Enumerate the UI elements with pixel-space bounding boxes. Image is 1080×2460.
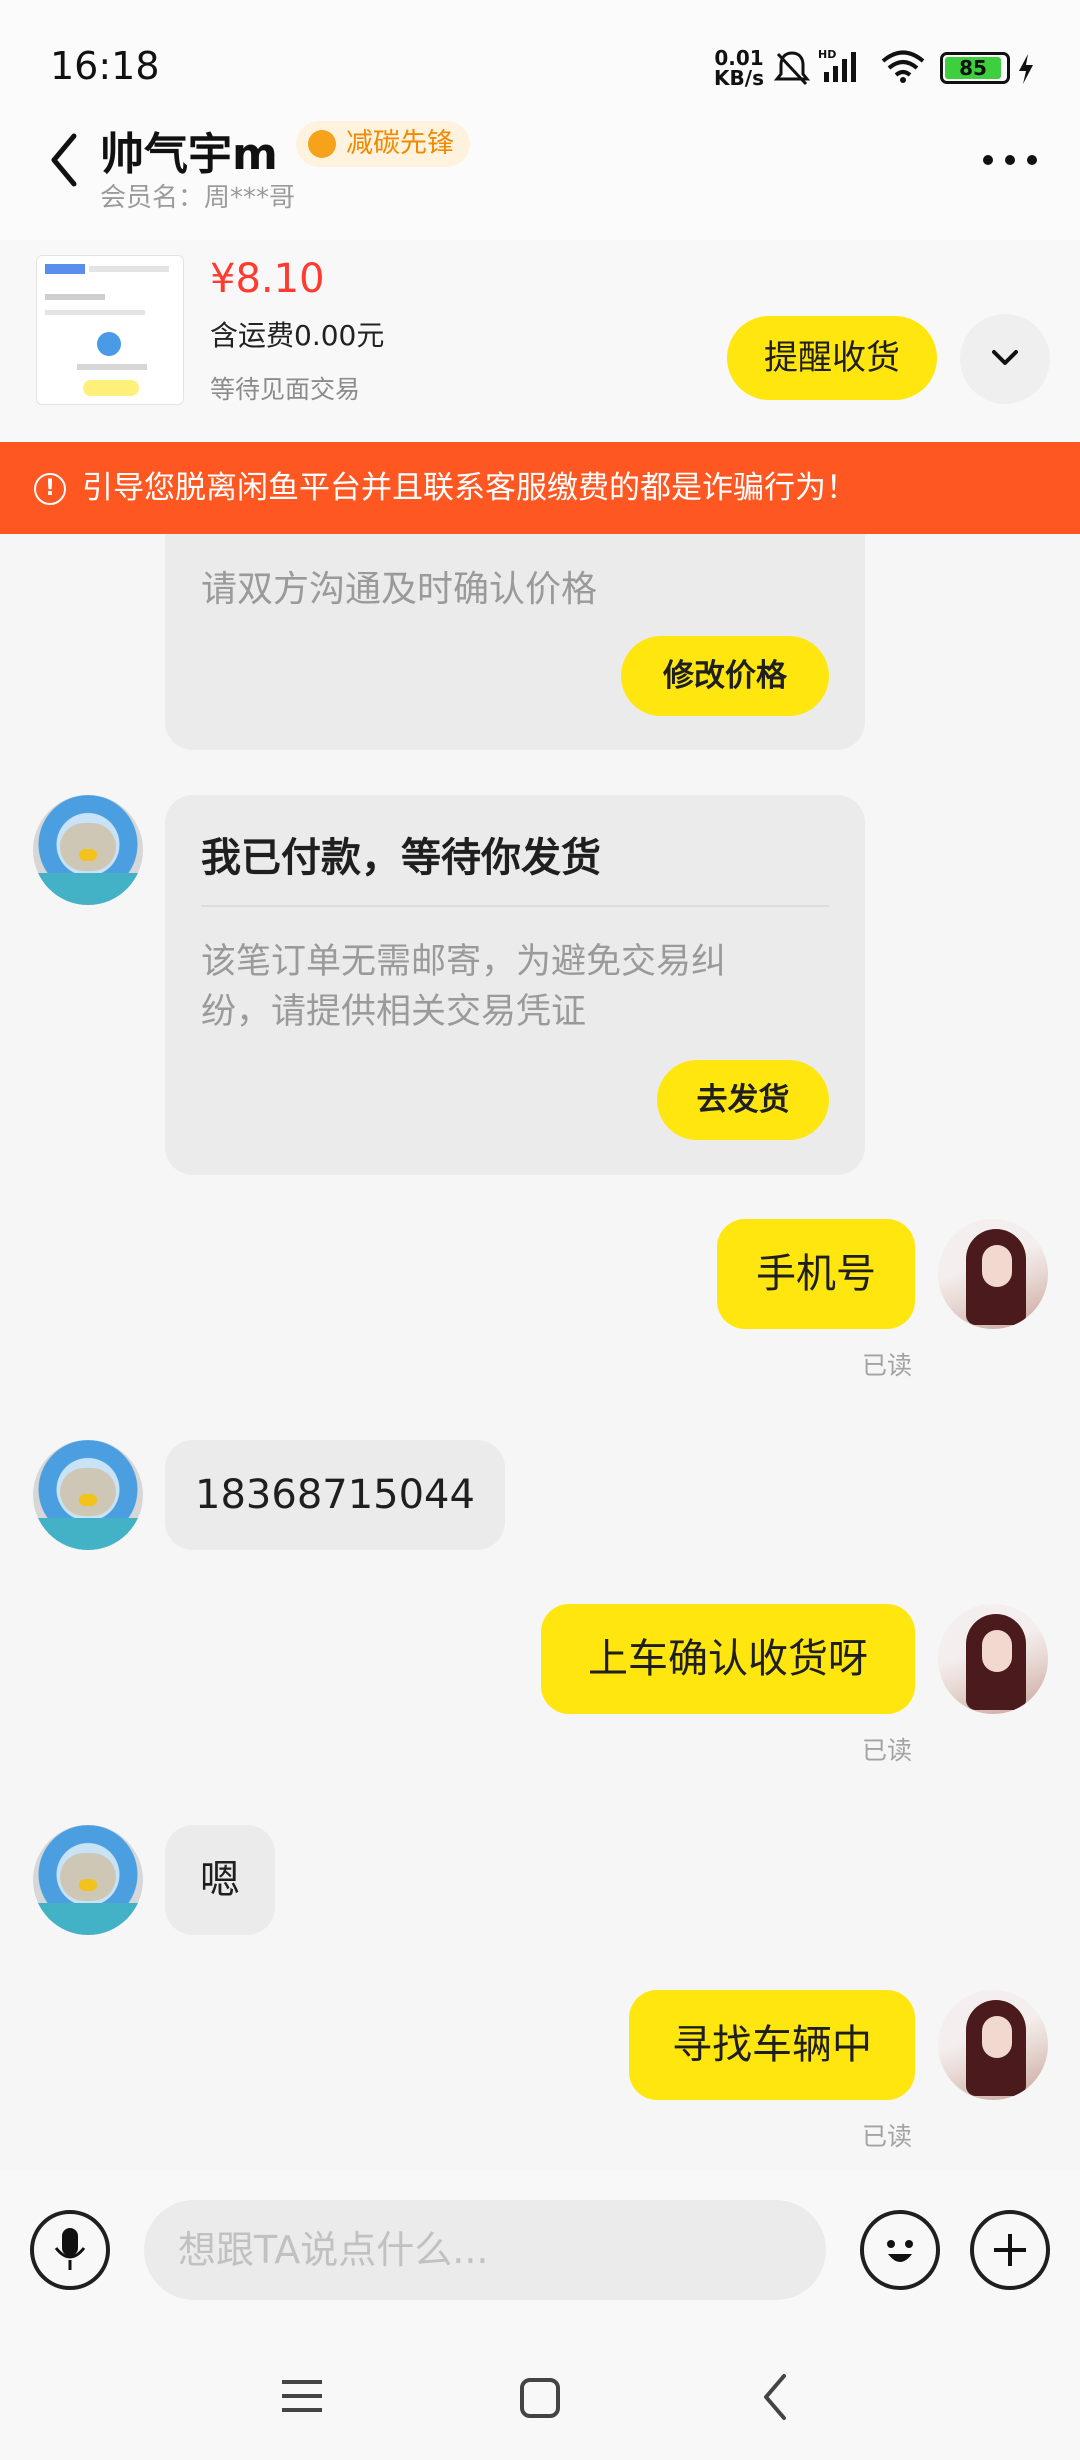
- carbon-badge-label: 减碳先锋: [346, 128, 454, 159]
- read-status: 已读: [862, 1736, 913, 1765]
- battery-level: 85: [959, 56, 987, 80]
- order-price: ¥8.10: [210, 256, 325, 302]
- back-icon[interactable]: [44, 130, 84, 190]
- plus-icon: [994, 2234, 1026, 2266]
- bell-muted-icon: [773, 51, 811, 86]
- order-thumbnail[interactable]: [36, 255, 184, 405]
- smiley-icon: [887, 2240, 913, 2262]
- outgoing-message[interactable]: 上车确认收货呀: [541, 1604, 915, 1714]
- incoming-message[interactable]: 18368715044: [165, 1440, 505, 1550]
- emoji-button[interactable]: [860, 2210, 940, 2290]
- fraud-warning-overlay: ! 引导您脱离闲鱼平台并且联系客服缴费的都是诈骗行为！: [0, 442, 1080, 534]
- more-actions-button[interactable]: [970, 2210, 1050, 2290]
- payment-card-text-line1: 该笔订单无需邮寄，为避免交易纠: [201, 942, 727, 982]
- edit-price-button[interactable]: 修改价格: [621, 636, 829, 716]
- net-speed-unit: KB/s: [714, 66, 764, 90]
- price-card-text: 请双方沟通及时确认价格: [201, 569, 598, 610]
- read-status: 已读: [862, 2122, 913, 2151]
- home-icon[interactable]: [518, 2376, 562, 2420]
- order-state: 等待见面交易: [210, 375, 361, 404]
- read-status: 已读: [862, 1351, 913, 1380]
- net-speed-value: 0.01: [714, 46, 764, 70]
- order-shipping: 含运费0.00元: [210, 319, 385, 352]
- my-avatar[interactable]: [938, 1990, 1048, 2100]
- seller-avatar[interactable]: [33, 1440, 143, 1550]
- incoming-message[interactable]: 嗯: [165, 1825, 275, 1935]
- seller-avatar[interactable]: [33, 1825, 143, 1935]
- net-speed: 0.01 KB/s: [712, 48, 766, 88]
- signal-icon: HD: [818, 48, 856, 82]
- seller-avatar[interactable]: [33, 795, 143, 905]
- charging-icon: [1019, 54, 1033, 84]
- svg-text:HD: HD: [818, 48, 836, 61]
- payment-card-text-line2: 纷，请提供相关交易凭证: [201, 992, 587, 1032]
- remind-receipt-button[interactable]: 提醒收货: [727, 316, 937, 400]
- wifi-icon: [881, 50, 925, 83]
- voice-button[interactable]: [30, 2210, 110, 2290]
- card-divider: [201, 905, 829, 907]
- menu-icon[interactable]: [280, 2376, 324, 2416]
- expand-order-button[interactable]: [960, 314, 1050, 404]
- outgoing-message[interactable]: 寻找车辆中: [629, 1990, 915, 2100]
- payment-card: 我已付款，等待你发货 该笔订单无需邮寄，为避免交易纠 纷，请提供相关交易凭证 去…: [165, 795, 865, 1175]
- microphone-icon: [54, 2228, 86, 2270]
- nav-back-icon[interactable]: [760, 2372, 790, 2422]
- price-card: 请双方沟通及时确认价格 修改价格: [165, 510, 865, 750]
- carbon-badge[interactable]: 减碳先锋: [296, 121, 470, 167]
- alert-icon: !: [34, 473, 66, 505]
- fraud-warning-text: 引导您脱离闲鱼平台并且联系客服缴费的都是诈骗行为！: [82, 470, 857, 506]
- my-avatar[interactable]: [938, 1604, 1048, 1714]
- chevron-down-icon: [992, 350, 1018, 365]
- message-input[interactable]: [144, 2200, 826, 2300]
- leaf-icon: [308, 130, 336, 158]
- my-avatar[interactable]: [938, 1219, 1048, 1329]
- outgoing-message[interactable]: 手机号: [717, 1219, 915, 1329]
- chat-title: 帅气宇m: [100, 129, 278, 180]
- battery-icon: 85: [940, 52, 1010, 84]
- more-icon[interactable]: [980, 150, 1040, 170]
- member-name: 会员名：周***哥: [100, 183, 296, 213]
- ship-button[interactable]: 去发货: [657, 1060, 829, 1140]
- payment-card-title: 我已付款，等待你发货: [201, 835, 601, 881]
- status-time: 16:18: [50, 44, 160, 88]
